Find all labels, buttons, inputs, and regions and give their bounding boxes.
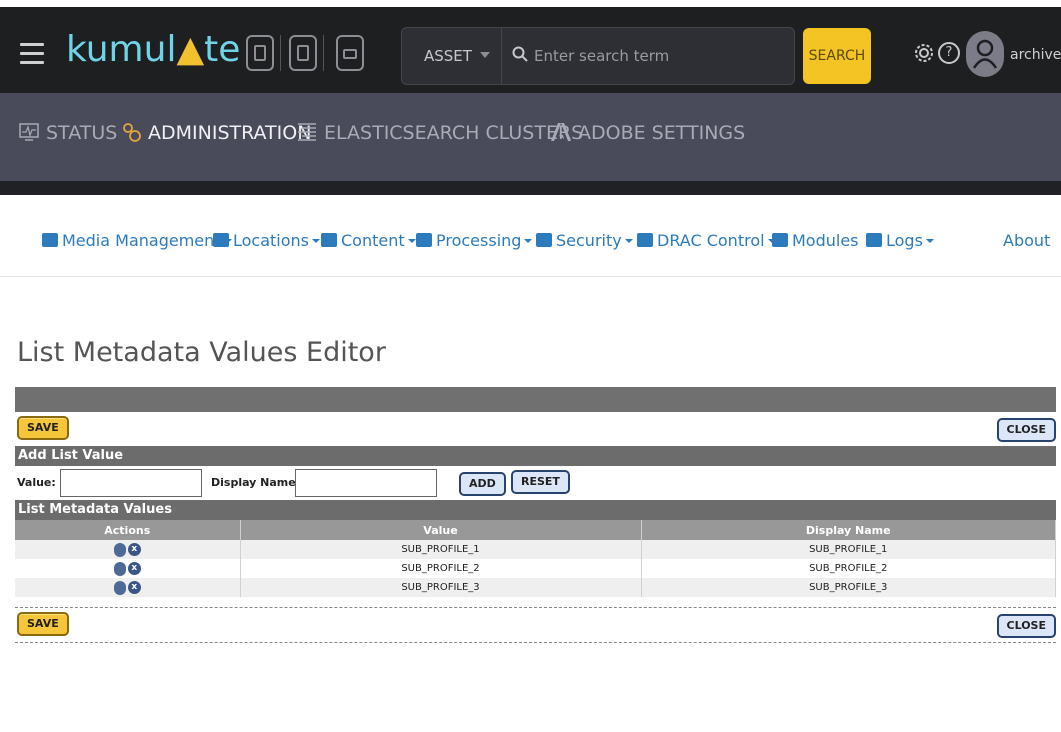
delete-icon[interactable]: x <box>127 581 141 594</box>
delete-icon[interactable]: x <box>127 562 141 575</box>
top-toolbar: SAVE CLOSE <box>15 412 1056 446</box>
card-icon[interactable] <box>336 35 364 71</box>
chevron-down-icon <box>925 239 934 243</box>
search-icon <box>512 46 528 62</box>
value-label: Value: <box>17 476 56 489</box>
bottom-toolbar: SAVE CLOSE <box>15 608 1056 642</box>
row-value: SUB_PROFILE_3 <box>240 578 642 597</box>
main-nav: STATUS ADMINISTRATION ELASTICSEARCH CLUS… <box>0 93 1061 181</box>
menu-media-management[interactable]: Media Management <box>42 231 232 250</box>
table-row: x SUB_PROFILE_3 SUB_PROFILE_3 <box>15 578 1056 597</box>
menu-drac-control[interactable]: DRAC Control <box>637 231 776 250</box>
nav-elasticsearch-clusters[interactable]: ELASTICSEARCH CLUSTERS <box>296 121 583 153</box>
menu-security[interactable]: Security <box>536 231 633 250</box>
search-input[interactable] <box>534 38 784 74</box>
list-icon <box>298 123 316 141</box>
add-value-form: Value: Display Name: ADD RESET <box>15 466 1056 500</box>
monitor-icon <box>42 233 58 247</box>
search-box: ASSET <box>401 27 795 85</box>
row-display-name: SUB_PROFILE_1 <box>641 540 1056 559</box>
logo[interactable]: kumul▲te <box>66 29 240 70</box>
menu-locations[interactable]: Locations <box>213 231 321 250</box>
row-actions: x <box>15 559 241 578</box>
table-header-row: Actions Value Display Name <box>15 520 1056 540</box>
editor-header-bar <box>15 387 1056 412</box>
divider <box>15 642 1056 643</box>
values-table: Actions Value Display Name x SUB_PROFILE… <box>15 520 1056 597</box>
nav-divider <box>0 181 1061 195</box>
user-icon <box>973 39 997 69</box>
username[interactable]: archiver <box>1010 47 1061 63</box>
search-scope-select[interactable]: ASSET <box>402 28 502 84</box>
document-icon[interactable] <box>289 35 317 71</box>
nav-adobe-settings[interactable]: ADOBE SETTINGS <box>550 121 745 153</box>
table-row: x SUB_PROFILE_1 SUB_PROFILE_1 <box>15 540 1056 559</box>
row-display-name: SUB_PROFILE_3 <box>641 578 1056 597</box>
menu-logs[interactable]: Logs <box>866 231 934 250</box>
page-title: List Metadata Values Editor <box>17 337 386 368</box>
chevron-down-icon <box>312 239 321 243</box>
gears-icon <box>123 123 141 142</box>
row-value: SUB_PROFILE_2 <box>240 559 642 578</box>
menu-content[interactable]: Content <box>321 231 416 250</box>
nav-administration[interactable]: ADMINISTRATION <box>120 121 311 153</box>
location-icon <box>213 233 229 247</box>
value-input[interactable] <box>60 469 202 497</box>
folder-icon <box>321 233 337 247</box>
check-icon <box>772 233 788 247</box>
save-button[interactable]: SAVE <box>17 416 69 440</box>
delete-icon[interactable]: x <box>127 543 141 556</box>
menu-modules[interactable]: Modules <box>772 231 859 250</box>
menu-icon[interactable] <box>20 43 44 65</box>
column-header-actions: Actions <box>15 520 241 540</box>
retweet-icon <box>416 233 432 247</box>
close-button[interactable]: CLOSE <box>996 418 1056 442</box>
column-header-value: Value <box>240 520 642 540</box>
toolbar-divider <box>323 35 324 71</box>
list-icon <box>866 233 882 247</box>
admin-menu: Media Management Locations Content Proce… <box>0 195 1061 277</box>
help-icon[interactable]: ? <box>938 42 960 64</box>
close-button[interactable]: CLOSE <box>996 614 1056 638</box>
exchange-icon <box>637 233 653 247</box>
nav-status[interactable]: STATUS <box>18 121 117 153</box>
top-bar: kumul▲te ASSET SEARCH ? archiver <box>0 7 1061 93</box>
table-row: x SUB_PROFILE_2 SUB_PROFILE_2 <box>15 559 1056 578</box>
toolbar-divider <box>280 35 281 71</box>
list-values-header: List Metadata Values <box>15 500 1056 520</box>
monitor-icon <box>19 123 39 141</box>
archive-icon[interactable] <box>246 35 274 71</box>
adobe-icon <box>551 123 571 141</box>
row-display-name: SUB_PROFILE_2 <box>641 559 1056 578</box>
menu-processing[interactable]: Processing <box>416 231 533 250</box>
gear-icon[interactable] <box>911 40 937 66</box>
top-strip <box>0 0 1061 7</box>
edit-icon[interactable] <box>113 542 126 557</box>
row-actions: x <box>15 540 241 559</box>
display-name-label: Display Name: <box>211 476 301 489</box>
display-name-input[interactable] <box>295 469 437 497</box>
chevron-down-icon <box>624 239 633 243</box>
add-list-value-header: Add List Value <box>15 446 1056 466</box>
user-icon <box>536 233 552 247</box>
avatar[interactable] <box>966 31 1004 77</box>
add-button[interactable]: ADD <box>459 472 506 496</box>
chevron-down-icon <box>524 239 533 243</box>
search-button[interactable]: SEARCH <box>803 28 871 84</box>
edit-icon[interactable] <box>113 561 126 576</box>
row-value: SUB_PROFILE_1 <box>240 540 642 559</box>
menu-about[interactable]: About <box>1003 231 1050 250</box>
reset-button[interactable]: RESET <box>511 470 570 494</box>
save-button[interactable]: SAVE <box>17 612 69 636</box>
chevron-down-icon <box>407 239 416 243</box>
row-actions: x <box>15 578 241 597</box>
column-header-display-name: Display Name <box>641 520 1056 540</box>
chevron-down-icon <box>480 52 490 58</box>
edit-icon[interactable] <box>113 580 126 595</box>
list-metadata-editor: SAVE CLOSE Add List Value Value: Display… <box>15 387 1056 643</box>
